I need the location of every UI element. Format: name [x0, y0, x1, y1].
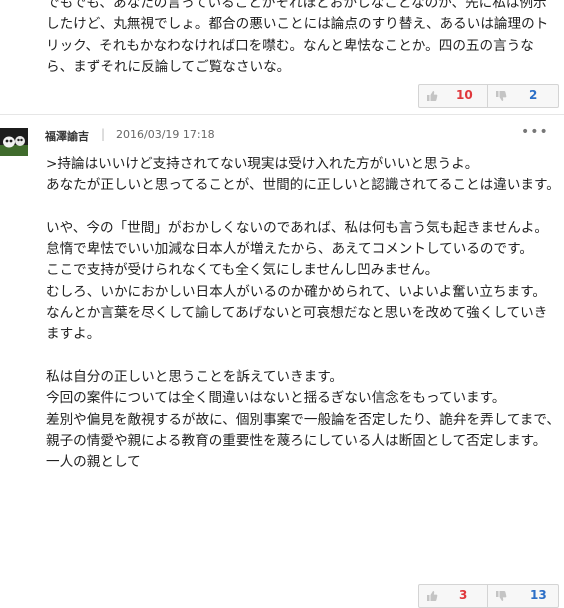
comment-1: でもでも、あなたの言っていることがそれほどおかしなことなのか、先に私は例示したけ…	[0, 0, 564, 112]
more-options-icon[interactable]: •••	[521, 124, 549, 140]
thumbs-up-icon	[427, 91, 438, 101]
avatar[interactable]	[0, 128, 28, 156]
comment-1-dislike-count: 2	[529, 88, 538, 102]
comment-1-dislike-button[interactable]: 2	[488, 85, 558, 107]
meta-separator: |	[101, 127, 106, 141]
comment-date: 2016/03/19 17:18	[116, 128, 215, 141]
comment-2-vote-bar: 3 13	[418, 584, 559, 608]
comment-1-like-count: 10	[456, 88, 473, 102]
comment-1-body: でもでも、あなたの言っていることがそれほどおかしなことなのか、先に私は例示したけ…	[46, 0, 549, 75]
avatar-image	[0, 128, 28, 156]
thumbs-down-icon	[496, 591, 507, 601]
comment-1-vote-bar: 10 2	[418, 84, 559, 108]
comment-author[interactable]: 福澤諭吉	[45, 128, 89, 144]
comment-1-like-button[interactable]: 10	[419, 85, 487, 107]
thumbs-up-icon	[427, 591, 438, 601]
comment-2-like-button[interactable]: 3	[419, 585, 487, 607]
comment-2: 福澤諭吉 | 2016/03/19 17:18 ••• >持論はいいけど支持され…	[0, 115, 564, 608]
comment-2-dislike-button[interactable]: 13	[488, 585, 558, 607]
thumbs-down-icon	[496, 91, 507, 101]
comment-2-body: >持論はいいけど支持されてない現実は受け入れた方がいいと思うよ。 あなたが正しい…	[46, 156, 560, 471]
comment-2-dislike-count: 13	[530, 588, 547, 602]
comment-2-like-count: 3	[459, 588, 468, 602]
